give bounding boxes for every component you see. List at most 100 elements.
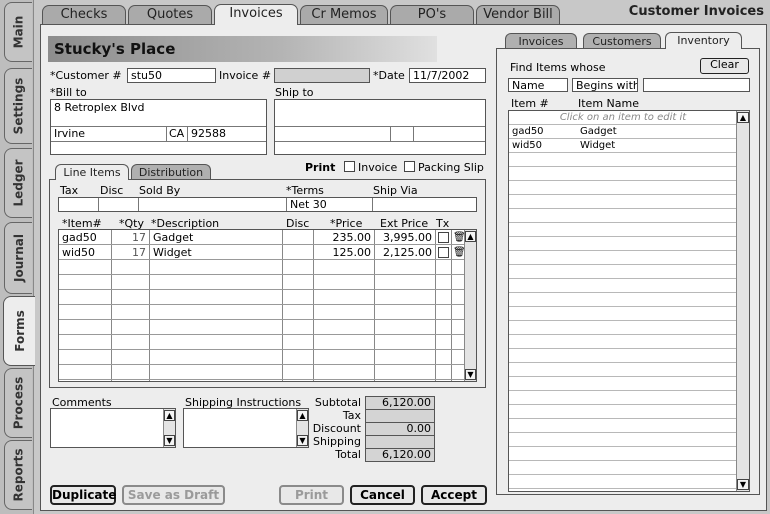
taxable-checkbox[interactable] [438, 247, 449, 258]
invoice-number-field[interactable] [274, 68, 370, 83]
side-tab-process[interactable]: Process [4, 368, 32, 438]
inventory-list-scrollbar[interactable]: ▲ ▼ [736, 111, 749, 491]
list-item[interactable] [509, 209, 737, 223]
tab-inventory-lookup[interactable]: Inventory [665, 32, 742, 49]
list-item[interactable] [509, 307, 737, 321]
duplicate-button[interactable]: Duplicate [50, 485, 116, 505]
shipping-value[interactable] [365, 435, 435, 449]
side-tab-journal[interactable]: Journal [4, 222, 32, 294]
tab-cr-memos[interactable]: Cr Memos [300, 5, 388, 24]
list-item[interactable] [509, 153, 737, 167]
comments-field[interactable]: ▲ ▼ [50, 408, 176, 448]
list-item[interactable] [509, 321, 737, 335]
packing-slip-checkbox[interactable] [404, 161, 415, 172]
list-item[interactable] [509, 237, 737, 251]
price-cell[interactable]: 235.00 [314, 230, 374, 245]
terms-row[interactable]: Net 30 [58, 197, 477, 212]
search-field-select[interactable]: Name [508, 78, 568, 92]
scroll-down-icon[interactable]: ▼ [737, 479, 749, 490]
tab-distribution[interactable]: Distribution [131, 164, 211, 180]
table-row[interactable] [59, 305, 476, 320]
bill-address-line[interactable]: 8 Retroplex Blvd [54, 101, 144, 114]
clear-button[interactable]: Clear [700, 58, 749, 74]
table-row[interactable] [59, 275, 476, 290]
date-field[interactable]: 11/7/2002 [409, 68, 486, 83]
list-item[interactable] [509, 195, 737, 209]
print-button[interactable]: Print [279, 485, 344, 505]
list-item[interactable] [509, 279, 737, 293]
table-row[interactable] [59, 335, 476, 350]
list-item[interactable]: gad50 Gadget [509, 125, 737, 139]
side-tab-forms[interactable]: Forms [3, 296, 35, 366]
print-invoice-checkbox[interactable] [344, 161, 355, 172]
tab-checks[interactable]: Checks [42, 5, 126, 24]
table-row[interactable]: wid50 17 Widget 125.00 2,125.00 🗑 [59, 245, 476, 260]
table-row[interactable]: gad50 17 Gadget 235.00 3,995.00 🗑 [59, 230, 476, 245]
list-item[interactable] [509, 167, 737, 181]
scroll-up-icon[interactable]: ▲ [164, 410, 175, 421]
description-cell[interactable]: Widget [150, 245, 282, 260]
scroll-up-icon[interactable]: ▲ [465, 231, 476, 242]
terms-value[interactable]: Net 30 [290, 198, 327, 211]
description-cell[interactable]: Gadget [150, 230, 282, 245]
list-item[interactable] [509, 181, 737, 195]
qty-cell[interactable]: 17 [112, 245, 149, 260]
shipping-instructions-field[interactable]: ▲ ▼ [183, 408, 309, 448]
list-item[interactable] [509, 251, 737, 265]
list-item[interactable] [509, 335, 737, 349]
list-item[interactable] [509, 391, 737, 405]
tab-pos[interactable]: PO's [390, 5, 474, 24]
table-row[interactable] [59, 260, 476, 275]
side-tab-main[interactable]: Main [4, 2, 32, 62]
tab-invoices[interactable]: Invoices [214, 4, 298, 25]
qty-cell[interactable]: 17 [112, 230, 149, 245]
table-row[interactable] [59, 320, 476, 335]
scroll-up-icon[interactable]: ▲ [297, 410, 308, 421]
taxable-checkbox[interactable] [438, 232, 449, 243]
list-item[interactable] [509, 223, 737, 237]
ship-to-box[interactable] [274, 99, 486, 155]
tab-quotes[interactable]: Quotes [128, 5, 212, 24]
accept-button[interactable]: Accept [421, 485, 487, 505]
table-row[interactable] [59, 365, 476, 380]
list-item[interactable] [509, 419, 737, 433]
side-tab-ledger[interactable]: Ledger [4, 148, 32, 218]
list-item[interactable] [509, 475, 737, 489]
scroll-down-icon[interactable]: ▼ [297, 435, 308, 446]
table-row[interactable] [59, 350, 476, 365]
line-items-scrollbar[interactable]: ▲ ▼ [464, 230, 476, 381]
item-number-cell[interactable]: wid50 [59, 245, 111, 260]
scroll-down-icon[interactable]: ▼ [164, 435, 175, 446]
side-tab-settings[interactable]: Settings [4, 68, 32, 144]
search-match-select[interactable]: Begins with [572, 78, 638, 92]
search-input[interactable] [643, 78, 750, 92]
list-item[interactable] [509, 461, 737, 475]
cancel-button[interactable]: Cancel [350, 485, 415, 505]
tab-customers-lookup[interactable]: Customers [583, 33, 661, 49]
list-item[interactable]: wid50 Widget [509, 139, 737, 153]
list-item[interactable] [509, 349, 737, 363]
bill-to-box[interactable]: 8 Retroplex Blvd Irvine CA 92588 [50, 99, 267, 155]
scroll-down-icon[interactable]: ▼ [465, 369, 476, 380]
price-cell[interactable]: 125.00 [314, 245, 374, 260]
side-tab-reports[interactable]: Reports [4, 440, 32, 510]
customer-field[interactable]: stu50 [127, 68, 216, 83]
save-as-draft-button[interactable]: Save as Draft [122, 485, 225, 505]
tab-invoices-lookup[interactable]: Invoices [505, 33, 577, 49]
tab-vendor-bill[interactable]: Vendor Bill [476, 5, 560, 24]
tab-line-items[interactable]: Line Items [55, 164, 129, 180]
list-item[interactable] [509, 293, 737, 307]
list-item[interactable] [509, 265, 737, 279]
list-item[interactable] [509, 377, 737, 391]
table-row[interactable] [59, 290, 476, 305]
item-number-cell[interactable]: gad50 [59, 230, 111, 245]
list-item[interactable] [509, 433, 737, 447]
bill-city[interactable]: Irvine [54, 127, 85, 140]
list-item[interactable] [509, 447, 737, 461]
discount-value[interactable]: 0.00 [365, 422, 435, 436]
list-item[interactable] [509, 405, 737, 419]
bill-state[interactable]: CA [169, 127, 184, 140]
scroll-up-icon[interactable]: ▲ [737, 112, 749, 123]
list-item[interactable] [509, 363, 737, 377]
bill-zip[interactable]: 92588 [191, 127, 226, 140]
